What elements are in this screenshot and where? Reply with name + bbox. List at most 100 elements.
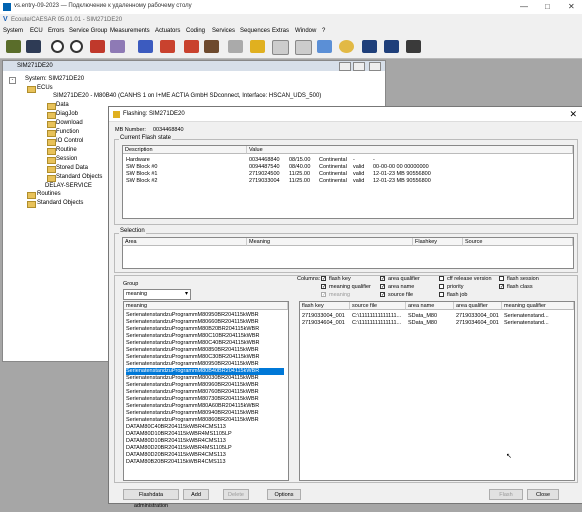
column-header-meaning-list[interactable]: meaning (124, 302, 288, 310)
list-item[interactable]: SerienatenstandzuProgrammM80030BR204115k… (126, 375, 284, 382)
group-select[interactable]: meaning ▾ (123, 289, 191, 300)
list-item[interactable]: SerienatenstandzuProgrammM80960BR204115k… (126, 382, 284, 389)
list-icon[interactable] (272, 40, 289, 55)
eye-icon[interactable] (204, 40, 219, 53)
checkbox-source-file[interactable]: ✓ (380, 292, 385, 298)
meaning-list[interactable]: meaning SerienatenstandzuProgrammM80950B… (123, 301, 289, 481)
list-item[interactable]: DATAM80D10BR204115kWBR4CMS113 (126, 438, 284, 445)
checkbox-area-qualifier[interactable]: ✓ (380, 276, 385, 282)
menu-system[interactable]: System (3, 28, 23, 34)
close-button[interactable]: ✕ (568, 2, 575, 11)
column-header-area-name[interactable]: area name (406, 302, 454, 310)
menu-sequences[interactable]: Sequences (240, 28, 270, 34)
tree-item-diagjob[interactable]: DiagJob (56, 111, 78, 117)
list-item[interactable]: SerienatenstandzuProgrammM80940BR204115k… (126, 410, 284, 417)
checkbox-flash-job[interactable] (439, 292, 444, 297)
tree-item-session[interactable]: Session (56, 156, 77, 162)
list-item[interactable]: SerienatenstandzuProgrammM80950BR204115k… (126, 312, 284, 319)
list-item[interactable]: SerienatenstandzuProgrammM80950BR204115k… (126, 361, 284, 368)
list-item[interactable]: SerienatenstandzuProgrammM80730BR204115k… (126, 396, 284, 403)
column-header-value[interactable]: Value (247, 146, 573, 154)
list-item[interactable]: SerienatenstandzuProgrammM80860BR204115k… (126, 417, 284, 424)
tree-item-download[interactable]: Download (56, 120, 83, 126)
tree-item-io-control[interactable]: IO Control (56, 138, 83, 144)
delete-button[interactable]: Delete (223, 489, 249, 500)
flash-state-table[interactable]: Description Value Hardware 0034468840 08… (122, 145, 574, 219)
menu-ecu[interactable]: ECU (30, 28, 43, 34)
measure-icon[interactable] (110, 40, 125, 53)
binoculars-icon[interactable] (362, 40, 377, 53)
tree-item-standard-objects-root[interactable]: Standard Objects (37, 200, 83, 206)
flash-files-table[interactable]: flash key source file area name area qua… (299, 301, 575, 481)
checkbox-flash-session[interactable] (499, 276, 504, 281)
column-header-area[interactable]: Area (123, 238, 247, 246)
tree-minimize-button[interactable] (339, 62, 351, 71)
selection-table[interactable]: Area Meaning Flashkey Source (122, 237, 574, 269)
tree-item-routine[interactable]: Routine (56, 147, 77, 153)
tree-maximize-button[interactable] (353, 62, 365, 71)
menu-help[interactable]: ? (322, 28, 325, 34)
close-button[interactable]: Close (527, 489, 559, 500)
column-header-meaning[interactable]: Meaning (247, 238, 413, 246)
list-item[interactable]: DATAM80D20BR204115kWBR4CMS113 (126, 452, 284, 459)
tree-item-system[interactable]: System: SIM271DE20 (25, 76, 84, 82)
list-item[interactable]: DATAM80B20BR204115kWBR4CMS113 (126, 459, 284, 466)
tree-item-standard-objects[interactable]: Standard Objects (56, 174, 102, 180)
column-header-source[interactable]: Source (463, 238, 573, 246)
menu-measurements[interactable]: Measurements (110, 28, 150, 34)
list-item[interactable]: DATAM80D20BR204115kWBR4MS1105LP (126, 445, 284, 452)
column-header-description[interactable]: Description (123, 146, 247, 154)
grid-icon[interactable] (295, 40, 312, 55)
list-item[interactable]: SerienatenstandzuProgrammM80C30BR204115k… (126, 354, 284, 361)
dialog-close-icon[interactable]: ✕ (569, 109, 577, 120)
list-item[interactable]: SerienatenstandzuProgrammM80A60BR204115k… (126, 403, 284, 410)
column-header-flash-key[interactable]: flash key (300, 302, 350, 310)
gauge-icon[interactable] (160, 40, 175, 53)
tree-item-delay-service[interactable]: DELAY-SERVICE (45, 183, 92, 189)
column-header-meaning-qualifier[interactable]: meaning qualifier (502, 302, 574, 310)
maximize-button[interactable]: □ (545, 2, 550, 11)
menu-service-group[interactable]: Service Group (69, 28, 107, 34)
menu-window[interactable]: Window (295, 28, 316, 34)
list-item[interactable]: SerienatenstandzuProgrammM80C40BR204115k… (126, 340, 284, 347)
options-button[interactable]: Options (267, 489, 301, 500)
close-session-icon[interactable] (26, 40, 41, 53)
list-item[interactable]: SerienatenstandzuProgrammM80850BR204115k… (126, 347, 284, 354)
column-header-area-qualifier[interactable]: area qualifier (454, 302, 502, 310)
menu-actuators[interactable]: Actuators (155, 28, 180, 34)
tree-icon[interactable] (406, 40, 421, 53)
menu-extras[interactable]: Extras (272, 28, 289, 34)
tree-item-data[interactable]: Data (56, 102, 69, 108)
tree-item-ecus[interactable]: ECUs (37, 85, 53, 91)
list-item[interactable]: SerienatenstandzuProgrammM80B20BR204115k… (126, 326, 284, 333)
list-item[interactable]: SerienatenstandzuProgrammM80660BR204115k… (126, 319, 284, 326)
list-item[interactable]: DATAM80D10BR204115kWBR4MS1105LP (126, 431, 284, 438)
checkbox-priority[interactable] (439, 284, 444, 289)
compass-icon[interactable] (51, 40, 64, 53)
add-button[interactable]: Add (183, 489, 209, 500)
ecu-icon[interactable] (90, 40, 105, 53)
menu-services[interactable]: Services (212, 28, 235, 34)
checkbox-cff-release-version[interactable] (439, 276, 444, 281)
stopwatch-icon[interactable] (70, 40, 83, 53)
minimize-button[interactable]: — (520, 2, 528, 11)
tree-item-routines[interactable]: Routines (37, 191, 61, 197)
flash-button[interactable]: Flash (489, 489, 523, 500)
binoculars2-icon[interactable] (384, 40, 399, 53)
car-blue-icon[interactable] (138, 40, 153, 53)
tree-item-function[interactable]: Function (56, 129, 79, 135)
menu-coding[interactable]: Coding (186, 28, 205, 34)
flash-icon[interactable] (250, 40, 265, 53)
list-item[interactable]: SerienatenstandzuProgrammM80B40BR204115k… (126, 368, 284, 375)
list-item[interactable]: SerienatenstandzuProgrammM80760BR204115k… (126, 389, 284, 396)
car-icon[interactable] (6, 40, 21, 53)
magnifier-icon[interactable] (339, 40, 354, 53)
column-header-flashkey[interactable]: Flashkey (413, 238, 463, 246)
expand-toggle[interactable]: - (9, 77, 16, 84)
sequence-icon[interactable] (317, 40, 332, 53)
checkbox-area-name[interactable]: ✓ (380, 284, 385, 290)
list-item[interactable]: DATAM80C40BR204115kWBR4CMS113 (126, 424, 284, 431)
gauge2-icon[interactable] (184, 40, 199, 53)
tree-close-button[interactable] (369, 62, 381, 71)
tree-item-stored-data[interactable]: Stored Data (56, 165, 88, 171)
